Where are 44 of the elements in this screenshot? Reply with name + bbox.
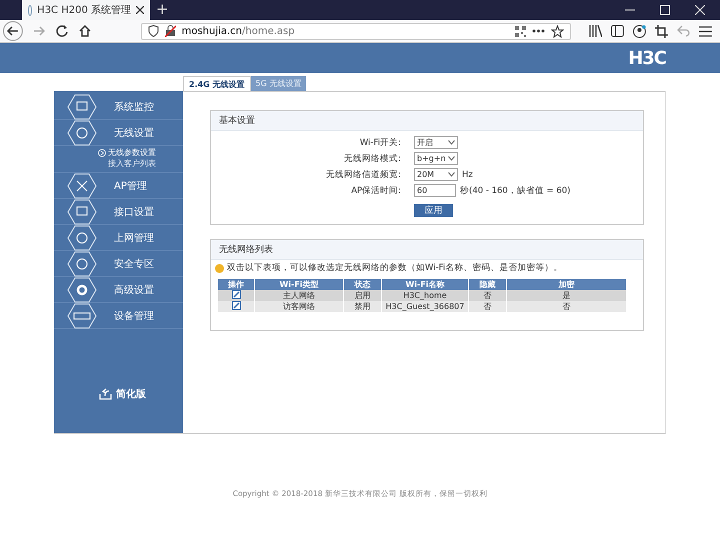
- column-header: 操作: [218, 279, 254, 290]
- unit-label: 秒(40 - 160，缺省值 = 60): [460, 184, 570, 196]
- field-label: AP保活时间:: [350, 184, 402, 196]
- submenu-item[interactable]: 无线参数设置: [108, 147, 156, 158]
- table-cell: H3C_Guest_366807: [382, 301, 468, 312]
- column-header: Wi-Fi名称: [382, 279, 468, 290]
- field-label: 无线网络信道频宽:: [325, 168, 402, 180]
- dropdown[interactable]: b+g+n: [414, 152, 458, 165]
- apply-button[interactable]: 应用: [414, 204, 453, 217]
- sidebar-item[interactable]: 高级设置: [114, 282, 154, 296]
- unit-label: Hz: [462, 170, 473, 180]
- dropdown[interactable]: 开启: [414, 136, 458, 149]
- logo: H3C: [628, 48, 666, 68]
- input-field[interactable]: 60: [414, 184, 456, 197]
- simple-version-link[interactable]: 简化版: [99, 387, 146, 401]
- panel-title: 无线网络列表: [211, 240, 643, 260]
- table-cell: 否: [506, 301, 626, 312]
- sidebar-item[interactable]: 设备管理: [114, 308, 154, 322]
- sidebar-item[interactable]: AP管理: [114, 178, 147, 192]
- table-cell: 否: [468, 301, 506, 312]
- address-bar[interactable]: moshujia.cn/home.asp: [140, 22, 571, 40]
- column-header: 加密: [506, 279, 626, 290]
- sidebar-item[interactable]: 上网管理: [114, 230, 154, 244]
- sidebar-item[interactable]: 无线设置: [114, 126, 154, 140]
- table-cell: 访客网络: [254, 301, 344, 312]
- panel-title: 基本设置: [211, 111, 643, 131]
- url-text: moshujia.cn/home.asp: [182, 26, 295, 36]
- new-tab-button[interactable]: +: [156, 0, 169, 20]
- submenu-item[interactable]: 接入客户列表: [108, 158, 156, 169]
- column-header: Wi-Fi类型: [254, 279, 344, 290]
- sidebar-item[interactable]: 安全专区: [114, 256, 154, 270]
- tab[interactable]: 5G 无线设置: [250, 76, 306, 91]
- browser-tab[interactable]: H3C H200 系统管理: [22, 0, 150, 20]
- sidebar-item[interactable]: 接口设置: [114, 204, 154, 218]
- column-header: 隐藏: [468, 279, 506, 290]
- column-header: 状态: [344, 279, 382, 290]
- field-label: Wi-Fi开关:: [358, 136, 402, 148]
- dropdown[interactable]: 20M: [414, 168, 458, 181]
- field-label: 无线网络模式:: [343, 152, 402, 164]
- table-cell: 禁用: [344, 301, 382, 312]
- sidebar-item[interactable]: 系统监控: [114, 100, 154, 114]
- hint-text: 双击以下表项，可以修改选定无线网络的参数（如Wi-Fi名称、密码、是否加密等）。: [227, 262, 562, 274]
- tab-title: H3C H200 系统管理: [37, 4, 131, 17]
- tab[interactable]: 2.4G 无线设置: [183, 76, 251, 91]
